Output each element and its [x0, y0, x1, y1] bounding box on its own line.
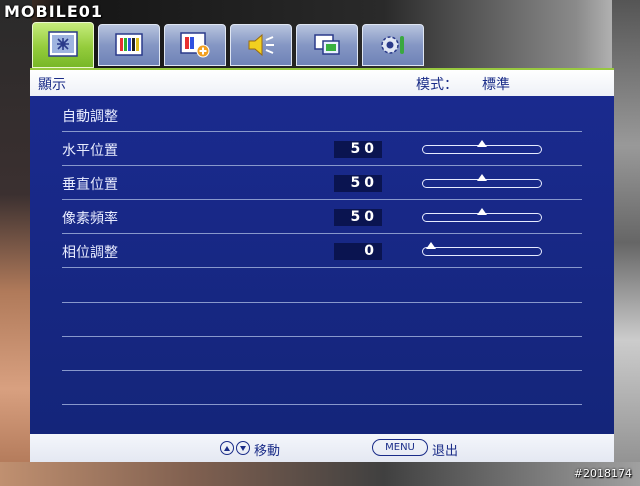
row-divider — [62, 165, 582, 166]
tab-picture-advanced[interactable] — [164, 24, 226, 66]
row-divider — [62, 131, 582, 132]
row-label: 垂直位置 — [62, 177, 118, 193]
row-label: 相位調整 — [62, 245, 118, 261]
row-pixel-clock[interactable]: 像素頻率 50 — [62, 202, 582, 234]
photo-id: #2018174 — [573, 467, 632, 480]
tab-picture[interactable] — [98, 24, 160, 66]
slider-thumb[interactable] — [477, 140, 487, 147]
row-divider — [62, 370, 582, 371]
osd-menu: 顯示 模式： 標準 自動調整 水平位置 50 垂直位置 50 像素頻率 50 相… — [30, 22, 614, 462]
up-arrow-icon — [220, 441, 234, 455]
row-phase[interactable]: 相位調整 0 — [62, 236, 582, 268]
menu-footer: 移動 MENU 退出 — [30, 434, 614, 462]
settings-gear-icon — [381, 36, 404, 54]
audio-speaker-icon — [248, 33, 274, 57]
row-divider — [62, 233, 582, 234]
value-readout: 50 — [334, 141, 382, 158]
picture-color-icon — [115, 33, 143, 56]
slider-thumb[interactable] — [426, 242, 436, 249]
row-label: 像素頻率 — [62, 211, 118, 227]
slider-track[interactable] — [422, 208, 542, 222]
menu-title: 顯示 — [38, 77, 66, 93]
tab-system[interactable] — [296, 24, 358, 66]
row-auto-adjust[interactable]: 自動調整 — [62, 100, 582, 132]
slider-thumb[interactable] — [477, 208, 487, 215]
row-h-position[interactable]: 水平位置 50 — [62, 134, 582, 166]
slider-track[interactable] — [422, 140, 542, 154]
background-photo-left — [0, 0, 32, 486]
row-divider — [62, 302, 582, 303]
tab-bar — [30, 22, 614, 68]
value-readout: 0 — [334, 243, 382, 260]
background-photo-bottom — [0, 462, 640, 486]
down-arrow-icon — [236, 441, 250, 455]
display-settings-icon — [48, 31, 78, 57]
tab-settings[interactable] — [362, 24, 424, 66]
value-readout: 50 — [334, 209, 382, 226]
row-divider — [62, 404, 582, 405]
row-divider — [62, 199, 582, 200]
system-window-icon — [314, 34, 340, 55]
mode-label: 模式： — [416, 77, 458, 93]
slider-track[interactable] — [422, 174, 542, 188]
background-photo-right — [612, 0, 640, 486]
slider-track[interactable] — [422, 242, 542, 256]
value-readout: 50 — [334, 175, 382, 192]
exit-hint: 退出 — [432, 444, 459, 459]
picture-advanced-icon — [180, 32, 210, 58]
row-divider — [62, 336, 582, 337]
tab-display[interactable] — [32, 22, 94, 68]
menu-title-bar: 顯示 模式： 標準 — [30, 68, 614, 96]
row-label: 自動調整 — [62, 109, 118, 125]
watermark-logo: MOBILE01 — [4, 2, 104, 21]
row-label: 水平位置 — [62, 143, 118, 159]
move-hint: 移動 — [254, 444, 281, 459]
settings-panel: 自動調整 水平位置 50 垂直位置 50 像素頻率 50 相位調整 0 — [30, 96, 614, 434]
mode-value: 標準 — [482, 77, 510, 93]
menu-key-icon: MENU — [372, 439, 428, 456]
slider-thumb[interactable] — [477, 174, 487, 181]
row-v-position[interactable]: 垂直位置 50 — [62, 168, 582, 200]
row-divider — [62, 267, 582, 268]
tab-audio[interactable] — [230, 24, 292, 66]
